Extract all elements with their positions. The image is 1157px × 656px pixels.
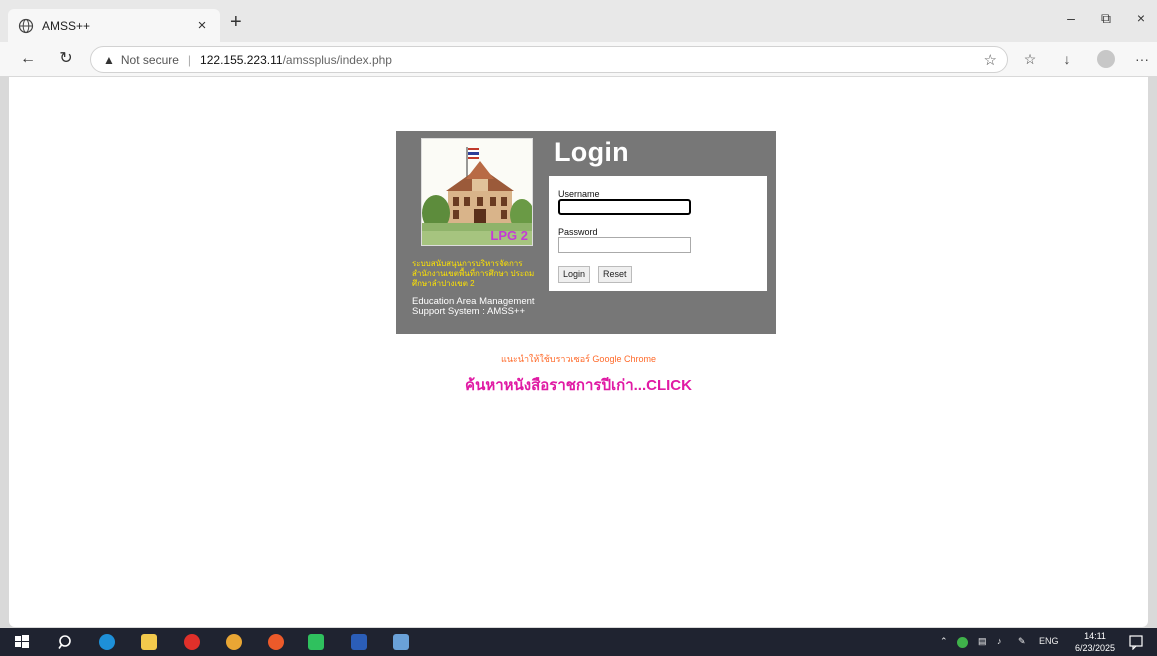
security-label: Not secure [120,52,179,67]
word-app-icon[interactable] [351,634,367,650]
school-building-image: LPG 2 [421,138,533,246]
tab-title: AMSS++ [42,18,91,33]
url-path: /amssplus/index.php [282,52,392,67]
edge-browser-icon[interactable] [99,634,115,650]
favorites-icon[interactable]: ☆ [1020,51,1040,68]
volume-icon[interactable]: ♪ [997,636,1002,646]
download-icon[interactable]: ↓ [1057,51,1077,67]
favorite-star-icon[interactable]: ☆ [984,51,997,69]
tray-app-icon[interactable] [957,637,968,648]
chrome-icon[interactable] [226,634,242,650]
pen-icon[interactable]: ✎ [1018,636,1026,647]
login-button[interactable]: Login [558,266,591,283]
address-separator: | [187,52,192,67]
file-explorer-icon[interactable] [141,634,157,650]
opera-icon[interactable] [184,634,200,650]
minimize-button[interactable]: – [1056,10,1086,26]
old-documents-link[interactable]: ค้นหาหนังสือราชการปีเก่า...CLICK [9,373,1148,397]
url-host: 122.155.223.11 [200,52,283,67]
login-heading: Login [554,137,629,167]
warning-icon: ▲ [103,52,115,67]
globe-icon [18,18,34,33]
login-form: Username Password Login Reset [549,176,767,291]
page-viewport: LPG 2 ระบบสนับสนุนการบริหารจัดการ สำนักง… [9,77,1148,627]
refresh-icon[interactable]: ↻ [56,49,76,69]
login-panel: LPG 2 ระบบสนับสนุนการบริหารจัดการ สำนักง… [396,131,776,334]
close-window-button[interactable]: × [1126,10,1156,26]
tray-chevron-icon[interactable]: ⌃ [940,636,948,647]
language-indicator[interactable]: ENG [1039,636,1059,646]
english-system-name: Education Area Management Support System… [412,296,535,317]
chromium-icon[interactable] [268,634,284,650]
search-icon[interactable] [58,634,74,650]
windows-start-icon[interactable] [14,634,30,650]
browser-toolbar: ← ↻ ▲ Not secure | 122.155.223.11 /amssp… [0,42,1157,76]
more-menu-icon[interactable]: ··· [1132,51,1152,67]
browser-tabstrip: AMSS++ × + – ⧉ × [0,0,1157,42]
windows-taskbar: ⌃ ▤ ♪ ✎ ENG 14:11 6/23/2025 [0,628,1157,656]
screen: AMSS++ × + – ⧉ × ← ↻ ▲ Not secure | 122.… [0,0,1157,656]
reset-button[interactable]: Reset [598,266,632,283]
clock-date: 6/23/2025 [1074,643,1116,653]
profile-avatar[interactable] [1097,50,1115,68]
photo-caption: LPG 2 [490,228,528,243]
back-arrow-icon[interactable]: ← [18,49,38,69]
tab-close-icon[interactable]: × [194,17,210,34]
new-tab-button[interactable]: + [230,12,242,32]
browser-recommendation: แนะนำให้ใช้บราวเซอร์ Google Chrome [501,354,656,364]
password-label: Password [558,227,598,237]
username-label: Username [558,189,600,199]
browser-tab[interactable]: AMSS++ × [8,9,220,42]
photos-app-icon[interactable] [393,634,409,650]
network-icon[interactable]: ▤ [978,636,987,647]
restore-button[interactable]: ⧉ [1091,10,1121,27]
address-bar[interactable]: ▲ Not secure | 122.155.223.11 /amssplus/… [90,46,1008,73]
thai-system-name: ระบบสนับสนุนการบริหารจัดการ สำนักงานเขตพ… [412,259,535,288]
password-input[interactable] [558,237,691,253]
line-app-icon[interactable] [308,634,324,650]
clock-time: 14:11 [1084,631,1106,641]
username-input[interactable] [558,199,691,215]
taskbar-clock[interactable]: 14:11 6/23/2025 [1071,630,1119,654]
notification-icon[interactable] [1128,634,1144,650]
